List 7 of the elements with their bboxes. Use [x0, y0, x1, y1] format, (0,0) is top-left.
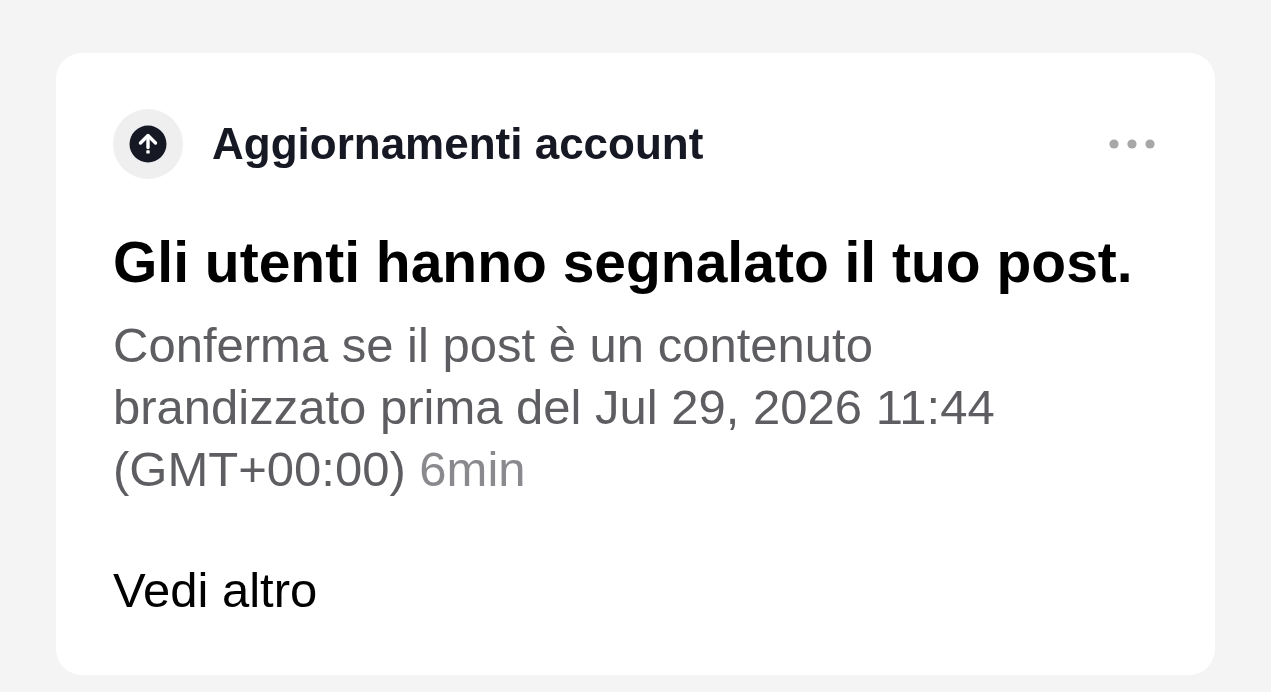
arrow-up-icon	[113, 109, 183, 179]
more-button[interactable]	[1109, 139, 1155, 149]
see-more-link[interactable]: Vedi altro	[113, 559, 318, 621]
notification-message: Conferma se il post è un contenuto brandizzato prima del Jul 29, 2026 11:44 (GMT+00:00) 6min	[113, 317, 996, 498]
ellipsis-icon	[1109, 139, 1155, 149]
notification-title: Gli utenti hanno segnalato il tuo post.	[113, 229, 1133, 296]
category-label: Aggiornamenti account	[212, 118, 704, 170]
